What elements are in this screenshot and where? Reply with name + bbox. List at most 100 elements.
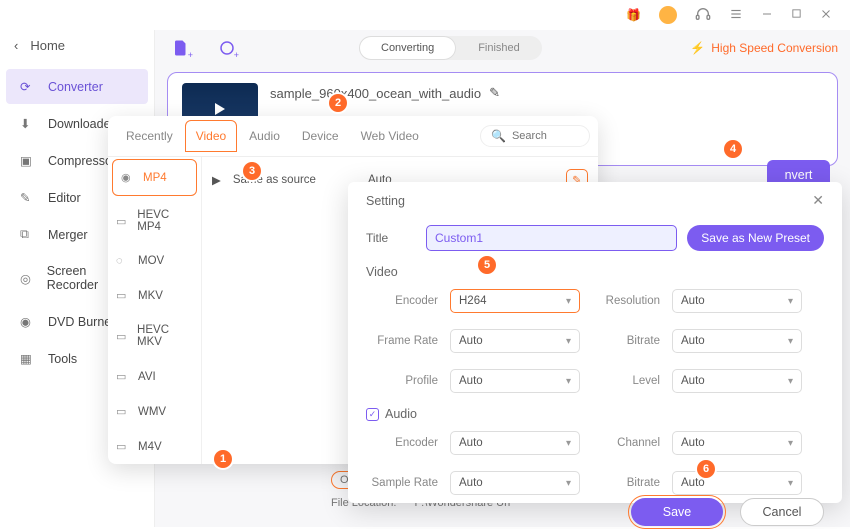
minimize-icon[interactable]: [761, 8, 773, 23]
annotation-badge-4: 4: [724, 140, 742, 158]
status-tabs: Converting Finished: [359, 36, 542, 60]
format-icon: ▭: [116, 440, 130, 453]
format-item-label: HEVC MKV: [137, 324, 193, 348]
back-label: Home: [30, 38, 65, 53]
converter-icon: ⟳: [20, 79, 36, 94]
sidebar-item-label: Converter: [48, 80, 103, 94]
chevron-down-icon: ▾: [566, 296, 571, 307]
rename-icon[interactable]: ✎: [489, 85, 500, 101]
video-section-title: Video: [366, 265, 824, 279]
video-profile-select[interactable]: Auto ▾: [450, 369, 580, 393]
add-folder-button[interactable]: +: [213, 34, 241, 62]
format-tabs: Recently Video Audio Device Web Video 🔍: [108, 116, 598, 157]
cancel-button[interactable]: Cancel: [740, 498, 824, 526]
close-icon[interactable]: ✕: [812, 192, 824, 209]
format-item-label: M4V: [138, 441, 162, 453]
a-encoder-label: Encoder: [366, 437, 440, 449]
audio-samplerate-select[interactable]: Auto▾: [450, 471, 580, 495]
video-encoder-select[interactable]: H264▾: [450, 289, 580, 313]
select-value: Auto: [681, 437, 705, 449]
format-item-label: MKV: [138, 290, 163, 302]
bolt-icon: ⚡: [690, 41, 705, 55]
select-value: Auto: [681, 477, 705, 489]
setting-footer: Save Cancel: [366, 495, 824, 529]
compressor-icon: ▣: [20, 153, 36, 168]
format-item-mp4[interactable]: ◉MP4: [112, 159, 197, 196]
framerate-label: Frame Rate: [366, 335, 440, 347]
avatar[interactable]: [659, 6, 677, 24]
a-bitrate-label: Bitrate: [590, 477, 662, 489]
format-left-list: ◉MP4 ▭HEVC MP4 ◌MOV ▭MKV ▭HEVC MKV ▭AVI …: [108, 157, 202, 464]
title-label: Title: [366, 231, 416, 245]
add-file-button[interactable]: +: [167, 34, 195, 62]
video-icon: ▶: [212, 173, 221, 187]
select-value: Auto: [459, 335, 483, 347]
format-item-m4v[interactable]: ▭ M4V: [108, 429, 201, 464]
format-item-label: HEVC MP4: [137, 209, 193, 233]
select-value: Auto: [459, 375, 483, 387]
save-button-highlight: Save: [628, 495, 726, 529]
save-new-preset-button[interactable]: Save as New Preset: [687, 225, 824, 251]
sidebar-item-converter[interactable]: ⟳ Converter: [6, 69, 148, 104]
annotation-badge-3: 3: [243, 162, 261, 180]
audio-encoder-select[interactable]: Auto▾: [450, 431, 580, 455]
video-bitrate-select[interactable]: Auto▾: [672, 329, 802, 353]
file-title: sample_960x400_ocean_with_audio: [270, 86, 481, 101]
save-button[interactable]: Save: [631, 498, 723, 526]
chevron-down-icon: ▾: [788, 296, 793, 307]
chevron-down-icon: ▾: [788, 376, 793, 387]
format-search[interactable]: 🔍: [480, 125, 590, 147]
high-speed-label: High Speed Conversion: [711, 41, 838, 55]
format-tab-device[interactable]: Device: [292, 121, 349, 151]
audio-bitrate-select[interactable]: Auto▾: [672, 471, 802, 495]
format-tab-recently[interactable]: Recently: [116, 121, 183, 151]
format-item-avi[interactable]: ▭AVI: [108, 359, 201, 394]
tab-converting[interactable]: Converting: [359, 36, 456, 60]
gift-icon[interactable]: 🎁: [626, 8, 641, 22]
format-tab-video[interactable]: Video: [185, 120, 237, 152]
titlebar: 🎁: [0, 0, 850, 30]
title-input[interactable]: [426, 225, 677, 251]
a-samplerate-label: Sample Rate: [366, 477, 440, 489]
format-tab-webvideo[interactable]: Web Video: [351, 121, 429, 151]
headset-icon[interactable]: [695, 6, 711, 25]
tab-finished[interactable]: Finished: [456, 36, 542, 60]
audio-section-title: ✓ Audio: [366, 407, 824, 421]
chevron-down-icon: ▾: [566, 376, 571, 387]
format-item-label: MOV: [138, 255, 164, 267]
audio-label: Audio: [385, 407, 417, 421]
format-item-hevc-mp4[interactable]: ▭HEVC MP4: [108, 198, 201, 244]
format-tab-audio[interactable]: Audio: [239, 121, 290, 151]
profile-label: Profile: [366, 375, 440, 387]
select-value: Auto: [681, 335, 705, 347]
format-item-wmv[interactable]: ▭WMV: [108, 394, 201, 429]
format-search-input[interactable]: [512, 130, 582, 142]
recorder-icon: ◎: [20, 271, 35, 286]
merger-icon: ⧉: [20, 227, 36, 242]
chevron-left-icon: ‹: [14, 38, 18, 53]
title-row: Title Save as New Preset: [366, 225, 824, 251]
video-framerate-select[interactable]: Auto▾: [450, 329, 580, 353]
format-item-mov[interactable]: ◌MOV: [108, 244, 201, 278]
maximize-icon[interactable]: [791, 8, 802, 22]
video-params: Encoder H264▾ Resolution Auto▾ Frame Rat…: [366, 289, 824, 393]
select-value: Auto: [459, 437, 483, 449]
select-value: Auto: [681, 295, 705, 307]
select-value: Auto: [681, 375, 705, 387]
video-level-select[interactable]: Auto ▾: [672, 369, 802, 393]
format-icon: ▭: [116, 370, 130, 383]
format-item-hevc-mkv[interactable]: ▭HEVC MKV: [108, 313, 201, 359]
audio-checkbox[interactable]: ✓: [366, 408, 379, 421]
audio-channel-select[interactable]: Auto▾: [672, 431, 802, 455]
close-icon[interactable]: [820, 8, 832, 23]
video-resolution-select[interactable]: Auto ▾: [672, 289, 802, 313]
high-speed-toggle[interactable]: ⚡ High Speed Conversion: [690, 41, 838, 55]
dvd-icon: ◉: [20, 314, 36, 329]
chevron-down-icon: ▾: [566, 478, 571, 489]
search-icon: 🔍: [491, 129, 506, 143]
format-item-mkv[interactable]: ▭MKV: [108, 278, 201, 313]
menu-icon[interactable]: [729, 7, 743, 24]
back-home[interactable]: ‹ Home: [0, 30, 154, 61]
radio-icon: ◉: [121, 171, 135, 184]
sidebar-item-label: Downloader: [48, 117, 115, 131]
